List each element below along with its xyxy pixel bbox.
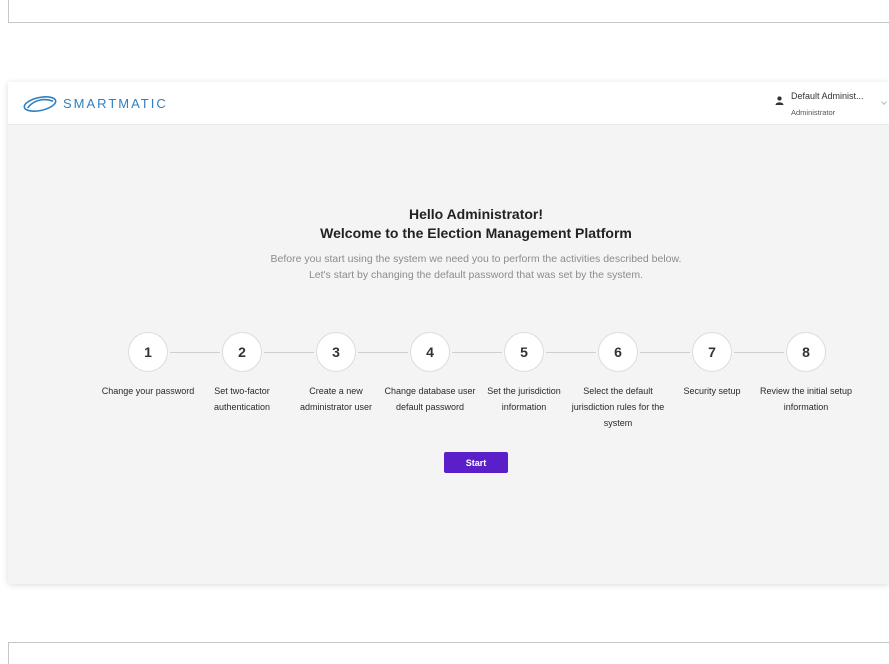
welcome-heading: Hello Administrator! Welcome to the Elec… (76, 205, 876, 243)
step-3: 3 Create a new administrator user (289, 332, 408, 432)
step-label-line: Change database user (384, 386, 476, 396)
frame-corner-top-vertical (8, 0, 9, 22)
step-label-line: administrator user (299, 402, 373, 412)
step-label-line: Change your password (101, 386, 195, 396)
frame-line-top (8, 22, 889, 23)
description-line: Let's start by changing the default pass… (308, 269, 644, 281)
step-8: 8 Review the initial setup information (759, 332, 853, 432)
step-5: 5 Set the jurisdiction information (477, 332, 596, 432)
welcome-content: Hello Administrator! Welcome to the Elec… (8, 125, 889, 584)
setup-window: SMARTMATIC Default Administ... Administr… (8, 82, 889, 584)
step-label: Review the initial setup information (760, 383, 852, 415)
greeting: Hello Administrator! (408, 206, 544, 222)
description-line: Before you start using the system we nee… (270, 253, 682, 265)
step-label-line: Create a new (309, 386, 363, 396)
step-label: Change your password (102, 383, 195, 399)
step-number: 8 (786, 332, 826, 372)
step-label: Select the default jurisdiction rules fo… (572, 383, 665, 431)
step-4: 4 Change database user default password (383, 332, 502, 432)
user-role: Administrator (791, 108, 836, 117)
step-label-line: jurisdiction rules for the (571, 402, 665, 412)
step-label: Create a new administrator user (300, 383, 372, 415)
step-number: 4 (410, 332, 450, 372)
step-number: 2 (222, 332, 262, 372)
setup-stepper: 1 Change your password 2 Set two-factor … (101, 332, 853, 432)
step-label-line: information (501, 402, 547, 412)
step-number: 3 (316, 332, 356, 372)
step-7: 7 Security setup (665, 332, 784, 432)
user-name: Default Administ... (791, 91, 864, 101)
smartmatic-logo: SMARTMATIC (22, 95, 168, 113)
welcome-description: Before you start using the system we nee… (76, 251, 876, 283)
start-button[interactable]: Start (444, 452, 508, 473)
step-label-line: default password (395, 402, 465, 412)
app-header: SMARTMATIC Default Administ... Administr… (8, 82, 889, 125)
page-title: Welcome to the Election Management Platf… (320, 225, 632, 241)
logo-text: SMARTMATIC (63, 96, 168, 111)
user-menu[interactable]: Default Administ... Administrator (773, 86, 887, 122)
step-label-line: authentication (213, 402, 271, 412)
step-label-line: information (783, 402, 829, 412)
person-icon (775, 96, 784, 105)
step-1: 1 Change your password (101, 332, 220, 432)
step-label-line: Review the initial setup (759, 386, 853, 396)
step-2: 2 Set two-factor authentication (195, 332, 314, 432)
step-label: Change database user default password (384, 383, 475, 415)
step-6: 6 Select the default jurisdiction rules … (571, 332, 690, 432)
step-label: Set the jurisdiction information (487, 383, 561, 415)
frame-corner-bottom-vertical (8, 642, 9, 664)
page: SMARTMATIC Default Administ... Administr… (0, 0, 889, 664)
step-label-line: Security setup (683, 386, 741, 396)
step-label-line: system (603, 418, 633, 428)
step-label: Security setup (683, 383, 740, 399)
chevron-down-icon[interactable] (881, 101, 887, 105)
smartmatic-swoosh-logo-icon (23, 96, 57, 112)
step-label-line: Select the default (583, 386, 653, 396)
step-label: Set two-factor authentication (214, 383, 270, 415)
step-label-line: Set two-factor (214, 386, 270, 396)
step-number: 5 (504, 332, 544, 372)
step-number: 7 (692, 332, 732, 372)
step-number: 1 (128, 332, 168, 372)
step-number: 6 (598, 332, 638, 372)
frame-line-bottom (8, 642, 889, 643)
step-label-line: Set the jurisdiction (487, 386, 561, 396)
